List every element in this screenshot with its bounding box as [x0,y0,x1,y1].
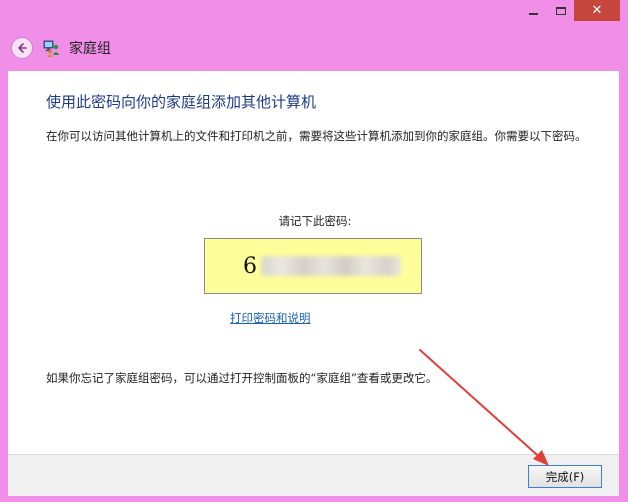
window-caption-buttons: ✕ [520,0,620,21]
homegroup-icon [43,40,60,57]
print-password-link[interactable]: 打印密码和说明 [230,310,311,326]
password-text: 6 [243,253,257,279]
password-box: 6 [204,238,422,294]
finish-button[interactable]: 完成(F) [528,465,602,488]
minimize-icon [529,12,538,15]
password-label: 请记下此密码: [278,214,352,228]
back-arrow-icon [18,43,27,53]
back-button[interactable] [11,37,33,59]
description-text: 在你可以访问其他计算机上的文件和打印机之前，需要将这些计算机添加到你的家庭组。你… [46,129,587,143]
maximize-icon [555,6,566,15]
window-title: 家庭组 [69,41,111,57]
command-bar: 完成(F) [8,454,619,496]
navigation-bar: 家庭组 [8,30,620,66]
minimize-button[interactable] [520,0,547,21]
forgot-password-note: 如果你忘记了家庭组密码，可以通过打开控制面板的“家庭组”查看或更改它。 [46,371,438,385]
password-redacted-blur [261,256,401,276]
content-panel: 使用此密码向你的家庭组添加其他计算机 在你可以访问其他计算机上的文件和打印机之前… [8,71,619,454]
maximize-button[interactable] [547,0,574,21]
close-icon: ✕ [591,3,603,18]
page-heading: 使用此密码向你的家庭组添加其他计算机 [46,93,317,111]
close-button[interactable]: ✕ [574,0,620,21]
